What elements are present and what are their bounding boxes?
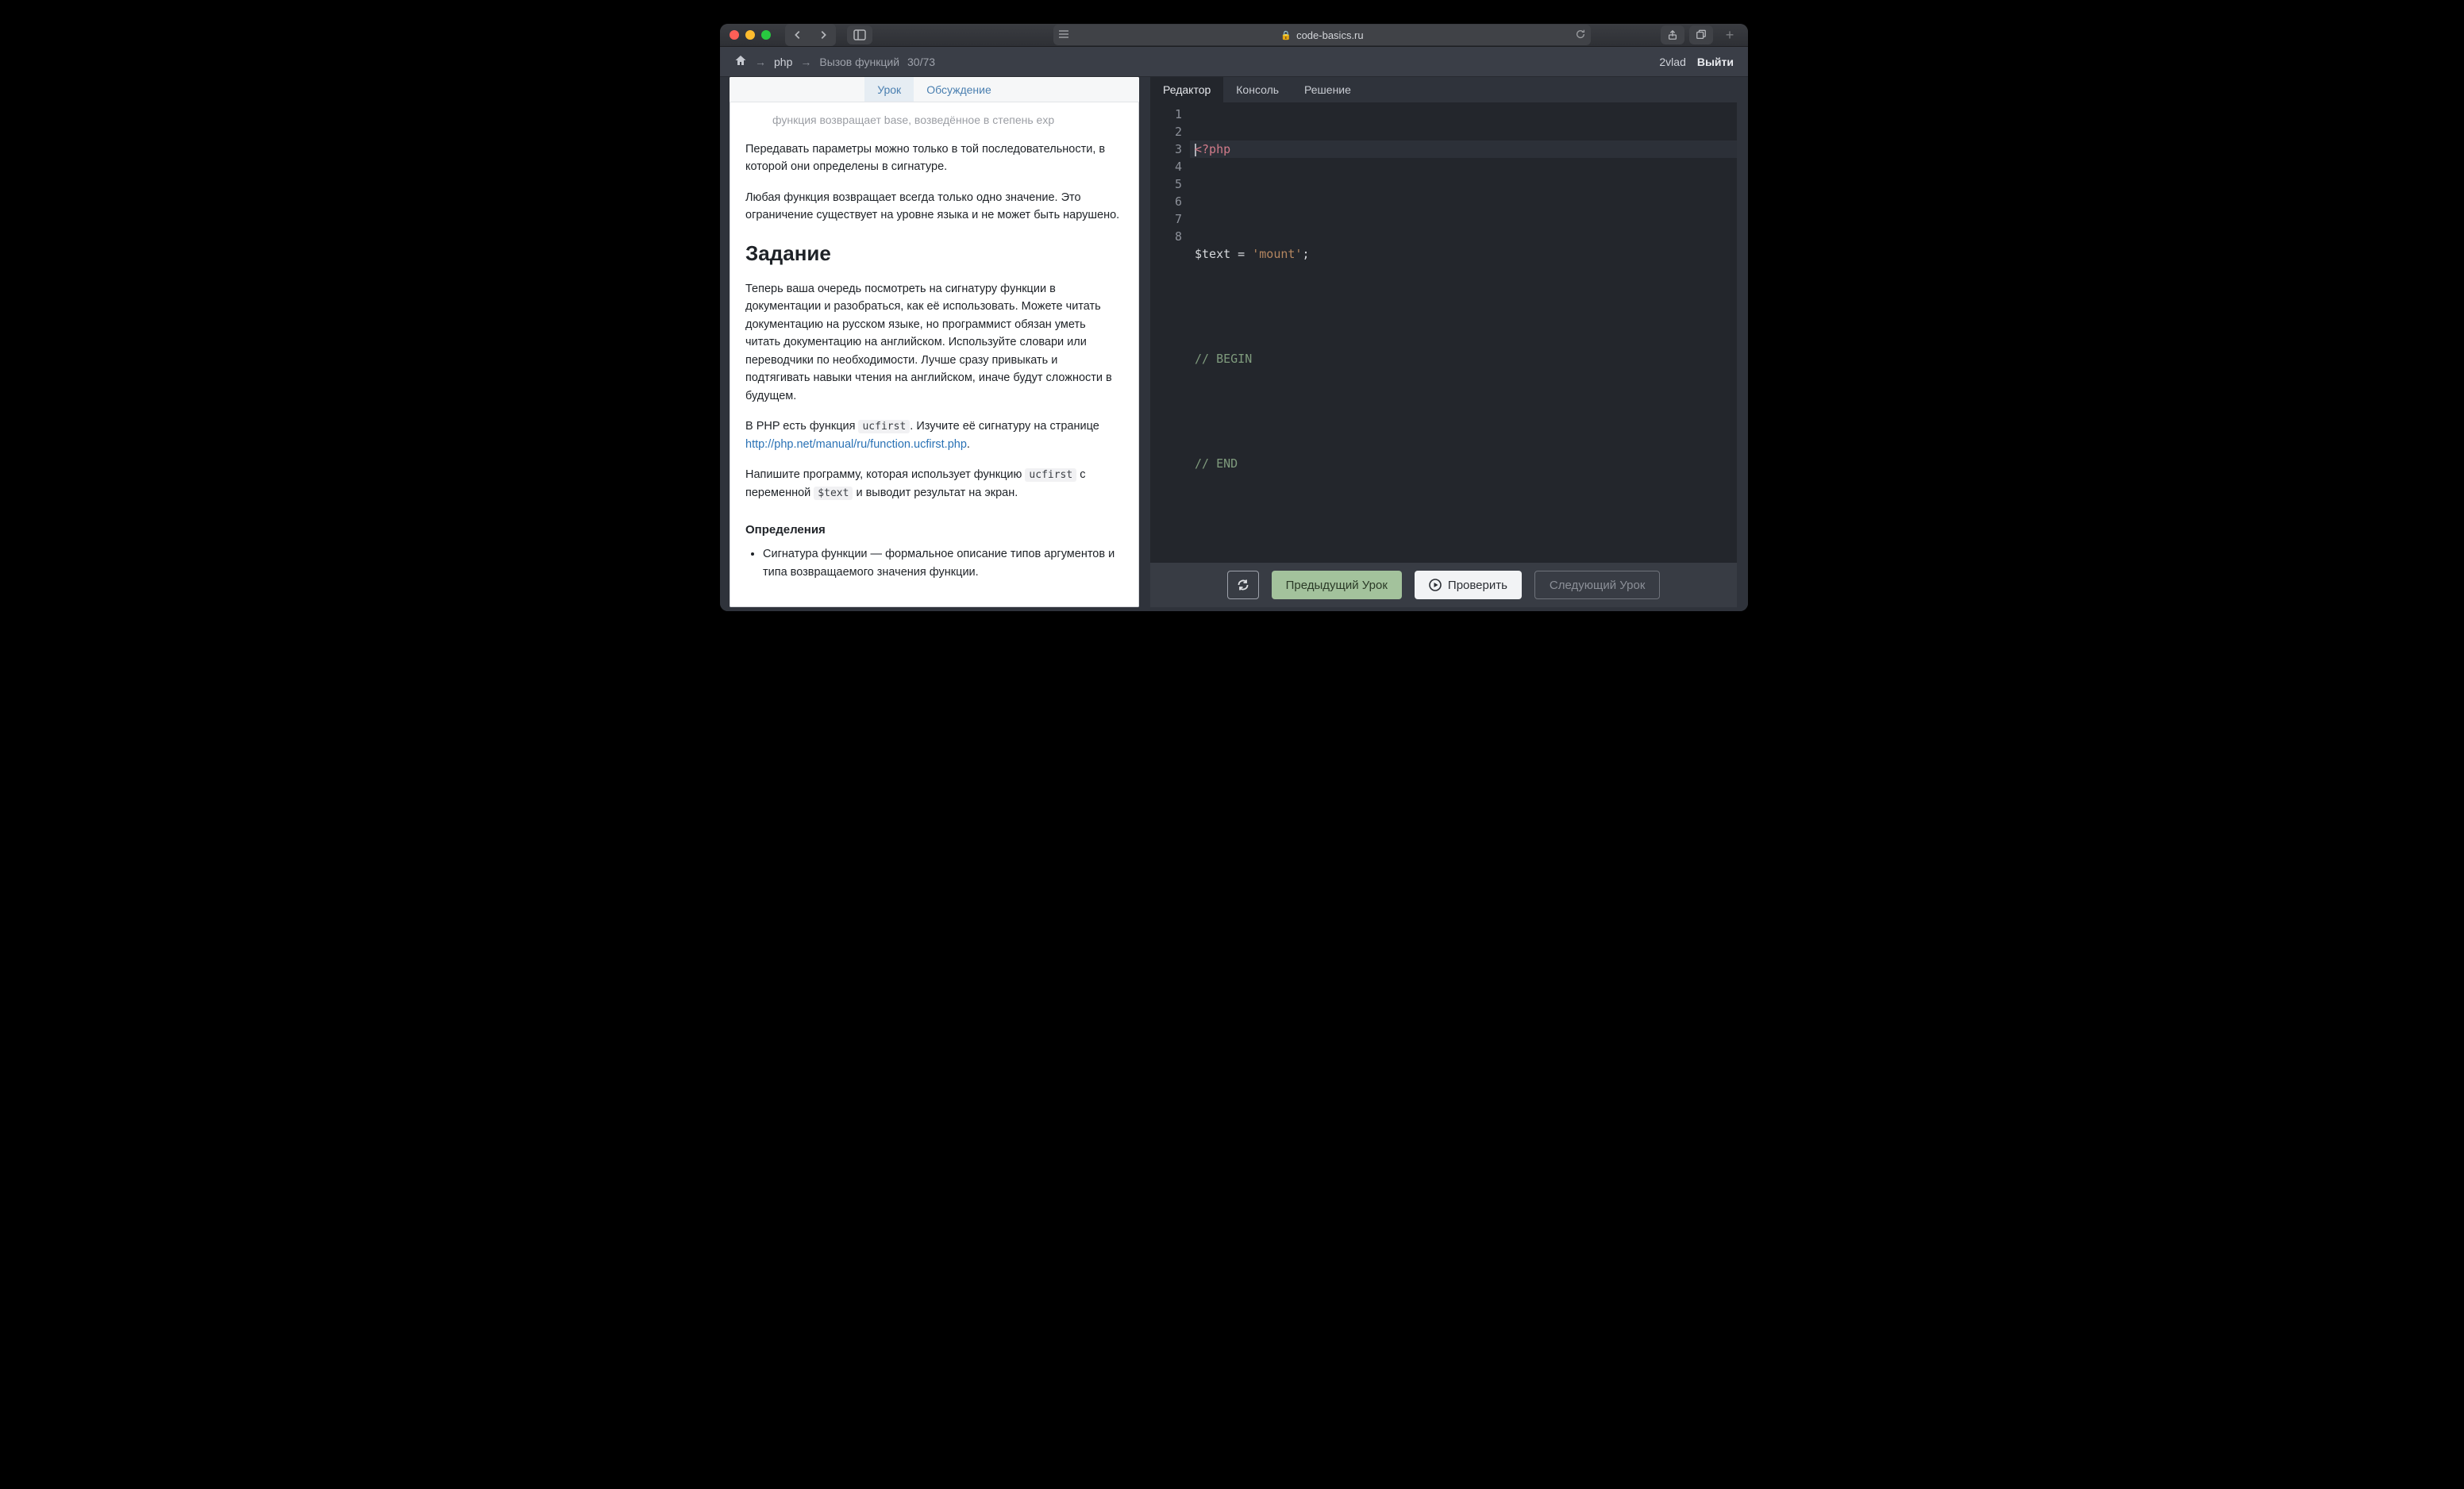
definition-item: Сигнатура функции — формальное описание … (763, 545, 1123, 581)
app-header: → php → Вызов функций 30/73 2vlad Выйти (720, 47, 1748, 77)
lesson-paragraph: Теперь ваша очередь посмотреть на сигнат… (745, 280, 1123, 405)
action-bar: Предыдущий Урок Проверить Следующий Урок (1150, 563, 1737, 607)
code-lines[interactable]: <?php $text = 'mount'; // BEGIN // END (1190, 102, 1737, 563)
tab-discussion[interactable]: Обсуждение (914, 77, 1004, 102)
lesson-paragraph: Любая функция возвращает всегда только о… (745, 189, 1123, 225)
breadcrumb-language[interactable]: php (774, 56, 792, 68)
lesson-panel: Урок Обсуждение функция возвращает base,… (730, 77, 1139, 607)
url-text: code-basics.ru (1296, 29, 1364, 41)
reset-button[interactable] (1227, 571, 1259, 599)
chevron-right-icon: → (755, 56, 766, 68)
sidebar-toggle-icon[interactable] (847, 25, 872, 44)
username[interactable]: 2vlad (1659, 56, 1685, 68)
share-icon[interactable] (1661, 25, 1684, 44)
new-tab-button[interactable]: + (1721, 25, 1738, 44)
minimize-window-icon[interactable] (745, 30, 755, 40)
breadcrumb-lesson-counter: 30/73 (907, 56, 935, 68)
task-heading: Задание (745, 237, 1123, 269)
refresh-icon (1237, 579, 1249, 591)
close-window-icon[interactable] (730, 30, 739, 40)
definitions-list: Сигнатура функции — формальное описание … (745, 545, 1123, 581)
browser-window: 🔒 code-basics.ru + (720, 24, 1748, 611)
traffic-lights (730, 30, 771, 40)
next-lesson-button: Следующий Урок (1534, 571, 1660, 599)
lesson-paragraph: Напишите программу, которая использует ф… (745, 466, 1123, 502)
reader-icon[interactable] (1058, 29, 1069, 41)
lock-icon: 🔒 (1280, 30, 1292, 40)
tab-lesson[interactable]: Урок (864, 77, 914, 102)
tab-editor[interactable]: Редактор (1150, 77, 1223, 102)
nav-back-forward (785, 24, 836, 46)
breadcrumb: → php → Вызов функций 30/73 (734, 54, 935, 69)
breadcrumb-lesson-title: Вызов функций (819, 56, 899, 68)
definitions-heading: Определения (745, 521, 1123, 539)
code-ucfirst: ucfirst (858, 420, 910, 433)
chevron-right-icon: → (800, 56, 811, 68)
code-text-var: $text (814, 487, 853, 500)
code-editor[interactable]: 12345678 <?php $text = 'mount'; // BEGIN… (1150, 102, 1737, 563)
doc-link[interactable]: http://php.net/manual/ru/function.ucfirs… (745, 438, 967, 451)
tab-solution[interactable]: Решение (1292, 77, 1364, 102)
reload-icon[interactable] (1575, 29, 1586, 42)
line-gutter: 12345678 (1150, 102, 1190, 563)
lesson-tabs: Урок Обсуждение (730, 77, 1139, 102)
lesson-paragraph: В PHP есть функция ucfirst. Изучите её с… (745, 417, 1123, 453)
editor-panel: Редактор Консоль Решение 12345678 <?php … (1150, 77, 1737, 607)
tab-console[interactable]: Консоль (1223, 77, 1292, 102)
maximize-window-icon[interactable] (761, 30, 771, 40)
url-bar[interactable]: 🔒 code-basics.ru (1053, 25, 1591, 45)
back-button[interactable] (787, 25, 809, 44)
editor-tabs: Редактор Консоль Решение (1150, 77, 1737, 102)
tabs-icon[interactable] (1689, 25, 1713, 44)
lesson-content[interactable]: функция возвращает base, возведённое в с… (730, 102, 1139, 607)
logout-link[interactable]: Выйти (1697, 56, 1734, 68)
browser-titlebar: 🔒 code-basics.ru + (720, 24, 1748, 47)
lesson-truncated-line: функция возвращает base, возведённое в с… (745, 112, 1123, 129)
prev-lesson-button[interactable]: Предыдущий Урок (1272, 571, 1402, 599)
lesson-paragraph: Передавать параметры можно только в той … (745, 140, 1123, 176)
code-ucfirst: ucfirst (1025, 468, 1076, 482)
home-icon[interactable] (734, 54, 747, 69)
app-root: → php → Вызов функций 30/73 2vlad Выйти … (720, 47, 1748, 611)
forward-button[interactable] (812, 25, 834, 44)
play-icon (1429, 579, 1442, 591)
check-button[interactable]: Проверить (1415, 571, 1522, 599)
